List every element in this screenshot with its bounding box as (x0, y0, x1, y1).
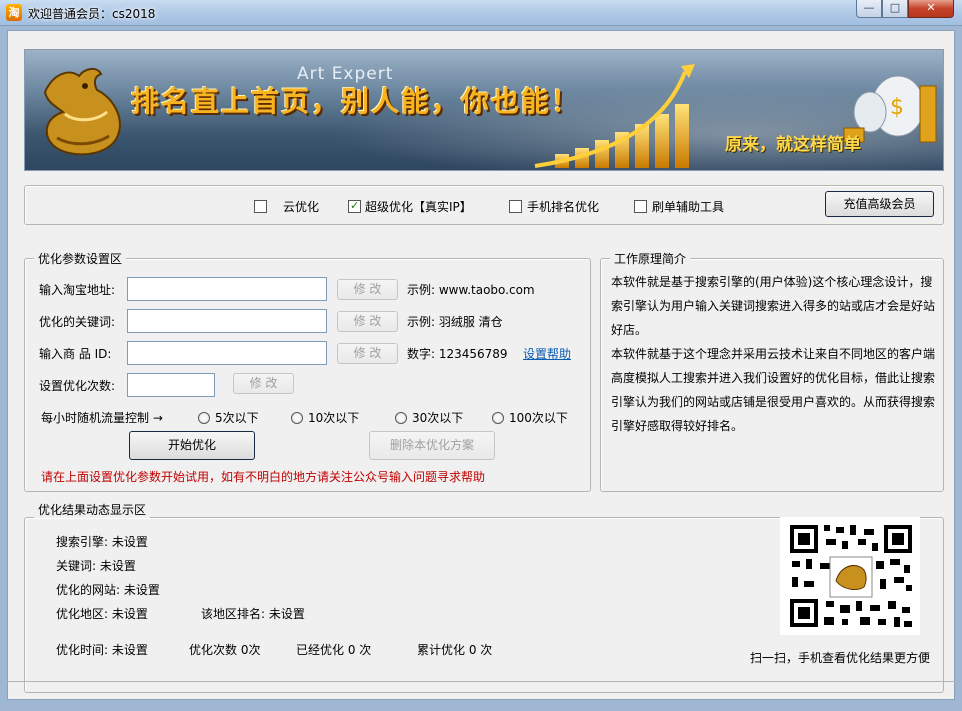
flow-option-10[interactable]: 10次以下 (291, 409, 359, 426)
recharge-vip-button[interactable]: 充值高级会员 (825, 191, 934, 217)
setup-help-link[interactable]: 设置帮助 (523, 345, 571, 362)
radio-label: 30次以下 (412, 411, 464, 425)
delete-plan-button[interactable]: 删除本优化方案 (369, 431, 495, 460)
option-super-optimize[interactable]: 超级优化【真实IP】 (348, 198, 472, 214)
close-button[interactable]: ✕ (908, 0, 954, 18)
banner: Art Expert 排名直上首页，别人能，你也能！ $ 原来，就这样简单 (24, 49, 944, 171)
url-example: 示例: www.taobo.com (407, 281, 535, 298)
minimize-button[interactable]: — (856, 0, 882, 18)
option-mobile-ranking[interactable]: 手机排名优化 (509, 198, 599, 214)
intro-legend: 工作原理简介 (610, 250, 691, 267)
radio-label: 5次以下 (215, 411, 259, 425)
flow-control-label: 每小时随机流量控制 → (41, 411, 163, 425)
qr-caption: 扫一扫，手机查看优化结果更方便 (750, 651, 931, 665)
flow-option-100[interactable]: 100次以下 (492, 409, 568, 426)
app-icon: 淘 (6, 4, 22, 21)
option-label: 云优化 (283, 199, 320, 214)
keyword-modify-button[interactable]: 修 改 (337, 311, 398, 332)
count-input[interactable] (127, 373, 215, 397)
results-legend: 优化结果动态显示区 (34, 501, 151, 518)
product-id-input[interactable] (127, 341, 327, 365)
status-bar-divider (7, 681, 955, 682)
radio-dot[interactable] (395, 411, 407, 424)
product-id-example: 数字: 123456789 (407, 347, 508, 361)
params-legend: 优化参数设置区 (34, 250, 127, 267)
product-id-label: 输入商 品 ID: (39, 347, 112, 361)
qr-code (780, 517, 920, 635)
radio-label: 10次以下 (308, 411, 360, 425)
option-cloud-optimize[interactable]: 云优化 (254, 198, 319, 214)
url-input[interactable] (127, 277, 327, 301)
radio-dot[interactable] (291, 411, 303, 424)
super-optimize-checkbox[interactable] (348, 199, 361, 213)
result-keyword: 关键词: 未设置 (56, 559, 136, 573)
result-time: 优化时间: 未设置 (56, 643, 148, 657)
result-engine: 搜索引擎: 未设置 (56, 535, 148, 549)
golden-horse-logo (43, 68, 121, 156)
option-label: 刷单辅助工具 (652, 199, 725, 214)
result-done: 已经优化 0 次 (296, 643, 372, 657)
banner-subtitle: 原来，就这样简单 (725, 135, 861, 155)
flow-option-5[interactable]: 5次以下 (198, 409, 259, 426)
window-title: 欢迎普通会员：cs2018 (28, 7, 156, 21)
flow-option-30[interactable]: 30次以下 (395, 409, 463, 426)
usage-warning: 请在上面设置优化参数开始试用，如有不明白的地方请关注公众号输入问题寻求帮助 (41, 470, 486, 484)
mobile-ranking-checkbox[interactable] (509, 199, 522, 213)
radio-label: 100次以下 (509, 411, 568, 425)
url-example-text: 示例: www.taobo.com (407, 283, 535, 297)
start-optimize-button[interactable]: 开始优化 (129, 431, 255, 460)
title-bar: 淘 欢迎普通会员：cs2018 — □ ✕ (0, 0, 962, 26)
count-label: 设置优化次数: (39, 379, 116, 393)
cloud-optimize-checkbox[interactable] (254, 199, 267, 213)
result-site: 优化的网站: 未设置 (56, 583, 160, 597)
intro-text: 本软件就是基于搜索引擎的(用户体验)这个核心理念设计，搜索引擎认为用户输入关键词… (611, 270, 937, 438)
keyword-label: 优化的关键词: (39, 315, 116, 329)
result-region: 优化地区: 未设置 (56, 607, 148, 621)
maximize-button[interactable]: □ (882, 0, 908, 18)
keyword-example: 示例: 羽绒服 清仓 (407, 315, 503, 329)
url-modify-button[interactable]: 修 改 (337, 279, 398, 300)
keyword-input[interactable] (127, 309, 327, 333)
option-order-tool[interactable]: 刷单辅助工具 (634, 198, 724, 214)
result-times: 优化次数 0次 (189, 643, 261, 657)
count-modify-button[interactable]: 修 改 (233, 373, 294, 394)
product-id-modify-button[interactable]: 修 改 (337, 343, 398, 364)
option-label: 手机排名优化 (527, 199, 600, 214)
intro-paragraph: 本软件就是基于搜索引擎的(用户体验)这个核心理念设计，搜索引擎认为用户输入关键词… (611, 275, 936, 337)
radio-dot[interactable] (198, 411, 210, 424)
svg-text:$: $ (890, 95, 904, 120)
result-region-rank: 该地区排名: 未设置 (201, 607, 305, 621)
result-total: 累计优化 0 次 (417, 643, 493, 657)
intro-paragraph: 本软件就基于这个理念并采用云技术让来自不同地区的客户端高度模拟人工搜索并进入我们… (611, 347, 936, 433)
client-area: Art Expert 排名直上首页，别人能，你也能！ $ 原来，就这样简单 云优… (7, 30, 955, 700)
url-label: 输入淘宝地址: (39, 283, 116, 297)
options-frame (24, 185, 944, 225)
radio-dot[interactable] (492, 411, 504, 424)
order-tool-checkbox[interactable] (634, 199, 647, 213)
option-label: 超级优化【真实IP】 (365, 199, 472, 214)
